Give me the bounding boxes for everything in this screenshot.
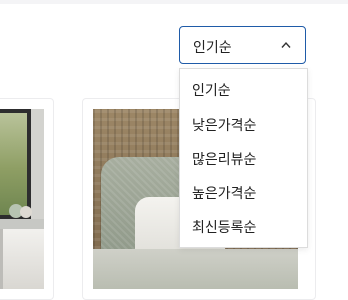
- bed-sheet: [93, 249, 298, 289]
- sort-option-price-low[interactable]: 낮은가격순: [192, 115, 256, 135]
- desk: [0, 229, 44, 289]
- decor-ball: [20, 206, 32, 218]
- desk-leg: [0, 229, 3, 289]
- sort-option-newest[interactable]: 최신등록순: [192, 217, 256, 237]
- sort-select[interactable]: 인기순: [179, 26, 306, 64]
- sort-option-most-reviews[interactable]: 많은리뷰순: [192, 149, 256, 169]
- window-sill: [0, 219, 44, 229]
- sort-option-price-high[interactable]: 높은가격순: [192, 183, 256, 203]
- product-image[interactable]: [0, 109, 44, 289]
- sort-selected-label: 인기순: [193, 40, 232, 56]
- sort-options-menu: 인기순 낮은가격순 많은리뷰순 높은가격순 최신등록순: [179, 68, 308, 248]
- window-glass: [0, 113, 27, 215]
- product-card[interactable]: [0, 98, 54, 300]
- chevron-up-icon: [281, 41, 291, 48]
- sort-option-popular[interactable]: 인기순: [192, 80, 231, 100]
- wall: [31, 109, 44, 229]
- top-divider: [0, 0, 348, 4]
